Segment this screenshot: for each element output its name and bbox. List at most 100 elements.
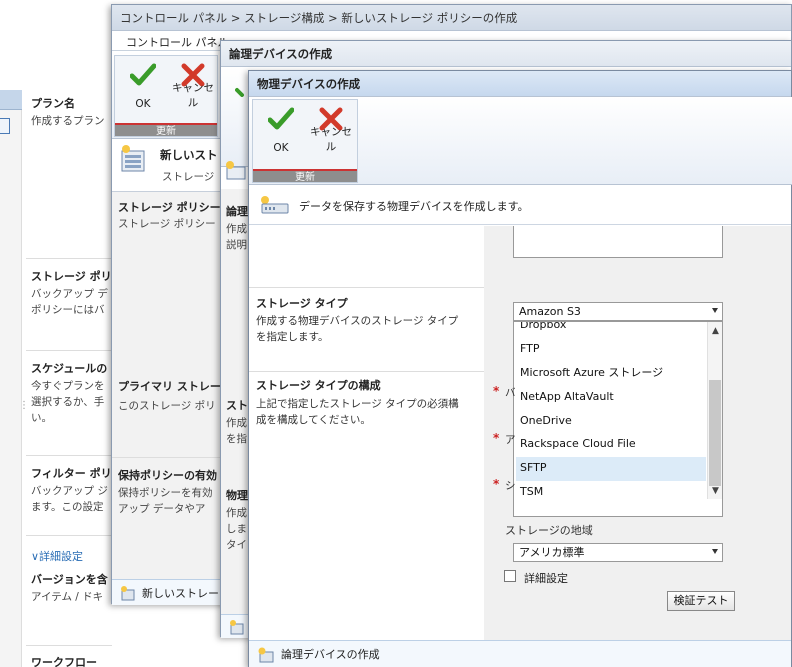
storage-type-value: Amazon S3 — [519, 305, 581, 318]
help-icon[interactable] — [0, 118, 10, 134]
storage-type-desc: 作成する物理デバイスのストレージ タイプ を指定します。 — [256, 315, 459, 343]
ribbon: OK キャンセル 更新 — [112, 51, 222, 139]
option-dropbox[interactable]: Dropbox — [516, 322, 706, 338]
filter-section: フィルター ポリ バックアップ ジ ます。この設定 — [31, 465, 112, 515]
cancel-button[interactable]: キャンセル — [167, 58, 219, 112]
section-desc: バックアップ ジ ます。この設定 — [31, 485, 108, 513]
tab-control-panel[interactable]: コントロール パネル — [112, 31, 229, 51]
base-left-panel — [0, 110, 22, 667]
dialog2-footer — [221, 614, 249, 638]
advanced-settings-checkbox[interactable] — [504, 570, 516, 582]
section-title: ワークフロー — [31, 656, 97, 667]
required-marker: * — [493, 431, 500, 445]
physical-section: 物理 作成 しま タイ — [226, 487, 248, 553]
option-azure[interactable]: Microsoft Azure ストレージ — [516, 362, 706, 386]
dialog1-footer: 新しいストレー — [112, 579, 222, 605]
scroll-up-icon[interactable]: ▲ — [708, 324, 722, 338]
divider — [112, 457, 222, 458]
dialog-title: コントロール パネル > ストレージ構成 > 新しいストレージ ポリシーの作成 — [112, 5, 791, 31]
section-desc: 作成 を指 — [226, 417, 247, 445]
option-sftp[interactable]: SFTP — [516, 457, 706, 481]
section-title: フィルター ポリ — [31, 467, 112, 480]
section-title: バージョンを含 — [31, 573, 108, 586]
section-desc: 作成 しま タイ — [226, 507, 247, 551]
section-title: ストレージ ポリ — [31, 270, 112, 283]
group-label: 更新 — [253, 169, 357, 183]
ribbon: OK キャンセル 更新 — [249, 97, 792, 185]
footer-icon — [257, 646, 275, 667]
section-title: プライマリ ストレー — [118, 380, 221, 393]
info-bar: データを保存する物理デバイスを作成します。 — [249, 185, 791, 225]
storage-type-title: ストレージ タイプ — [256, 297, 348, 310]
section-desc: 作成するプラン — [31, 115, 105, 127]
description-textarea[interactable] — [513, 226, 723, 258]
ok-label: OK — [273, 142, 289, 154]
option-onedrive[interactable]: OneDrive — [516, 410, 706, 434]
plan-name-section: プラン名 作成するプラン — [31, 95, 105, 129]
option-tsm[interactable]: TSM — [516, 481, 706, 500]
storage-config-title: ストレージ タイプの構成 — [256, 379, 381, 392]
scroll-thumb[interactable] — [709, 380, 721, 486]
ok-button[interactable]: OK — [117, 58, 169, 112]
primary-storage-section: プライマリ ストレー このストレージ ポリ — [118, 378, 221, 414]
dialog3-footer: 論理デバイスの作成 — [249, 640, 791, 667]
option-netapp[interactable]: NetApp AltaVault — [516, 386, 706, 410]
section-desc: ストレージ ポリシー — [118, 218, 216, 230]
header-title: 新しいスト — [160, 148, 218, 162]
cancel-label: キャンセル — [172, 82, 214, 109]
dialog-title: 物理デバイスの作成 — [249, 71, 791, 97]
schedule-section: スケジュールの 今すぐプランを 選択するか、手 い。 — [31, 360, 107, 426]
device-icon — [225, 159, 247, 184]
divider — [26, 350, 112, 351]
ribbon — [221, 67, 249, 167]
text-input-partial[interactable] — [513, 499, 723, 517]
divider — [26, 258, 112, 259]
region-value: アメリカ標準 — [519, 546, 585, 559]
chevron-down-icon — [712, 308, 718, 313]
divider — [249, 287, 484, 288]
workflow-section: ワークフロー — [31, 654, 97, 667]
storage-config-desc: 上記で指定したストレージ タイプの必須構 成を構成してください。 — [256, 398, 459, 426]
section-title: スケジュールの — [31, 362, 108, 375]
divider — [26, 535, 112, 536]
storage-section: スト 作成 を指 — [226, 397, 248, 447]
tab-label: コントロール パネル — [126, 36, 229, 49]
update-group: OK キャンセル 更新 — [252, 99, 358, 183]
ok-button[interactable]: OK — [255, 102, 307, 156]
region-label: ストレージの地域 — [505, 524, 593, 537]
checkmark-icon — [130, 63, 156, 86]
field-label-partial: ア — [505, 434, 516, 446]
required-marker: * — [493, 477, 500, 491]
storage-type-select[interactable]: Amazon S3 — [513, 302, 723, 321]
info-text: データを保存する物理デバイスを作成します。 — [299, 200, 529, 213]
splitter-handle-icon[interactable]: ⋮ — [19, 400, 29, 411]
scroll-down-icon[interactable]: ▼ — [708, 484, 722, 498]
disk-device-icon — [259, 194, 291, 219]
region-select[interactable]: アメリカ標準 — [513, 543, 723, 562]
option-ftp[interactable]: FTP — [516, 338, 706, 362]
section-desc: 保持ポリシーを有効 アップ データやア — [118, 487, 213, 515]
advanced-settings-label: 詳細設定 — [524, 572, 568, 585]
group-label: 更新 — [115, 123, 217, 137]
cancel-button[interactable]: キャンセル — [305, 102, 357, 156]
section-desc: 作成 説明 — [226, 223, 247, 251]
list-scrollbar[interactable]: ▲ ▼ — [707, 322, 722, 500]
storage-type-dropdown-list[interactable]: Dropbox FTP Microsoft Azure ストレージ NetApp… — [513, 321, 723, 501]
required-marker: * — [493, 384, 500, 398]
form-labels — [249, 226, 484, 640]
checkmark-icon — [268, 107, 294, 130]
section-title: 論理 — [226, 205, 248, 218]
header-desc: ストレージ — [162, 171, 215, 183]
section-desc: 今すぐプランを 選択するか、手 い。 — [31, 380, 105, 424]
chevron-down-icon — [712, 549, 718, 554]
storage-policy-section: ストレージ ポリ バックアップ デ ポリシーにはバ — [31, 268, 112, 318]
update-group: OK キャンセル 更新 — [114, 55, 218, 137]
logical-name-section: 論理 作成 説明 — [226, 203, 248, 253]
retention-section: 保持ポリシーの有効 保持ポリシーを有効 アップ データやア — [118, 467, 217, 517]
policy-name-section: ストレージ ポリシー ストレージ ポリシー — [118, 199, 221, 232]
option-rackspace[interactable]: Rackspace Cloud File — [516, 433, 706, 457]
verify-test-button[interactable]: 検証テスト — [667, 591, 735, 611]
section-desc: バックアップ デ ポリシーにはバ — [31, 288, 108, 316]
policy-icon — [120, 143, 146, 176]
advanced-settings-link[interactable]: ∨詳細設定 — [31, 548, 83, 564]
